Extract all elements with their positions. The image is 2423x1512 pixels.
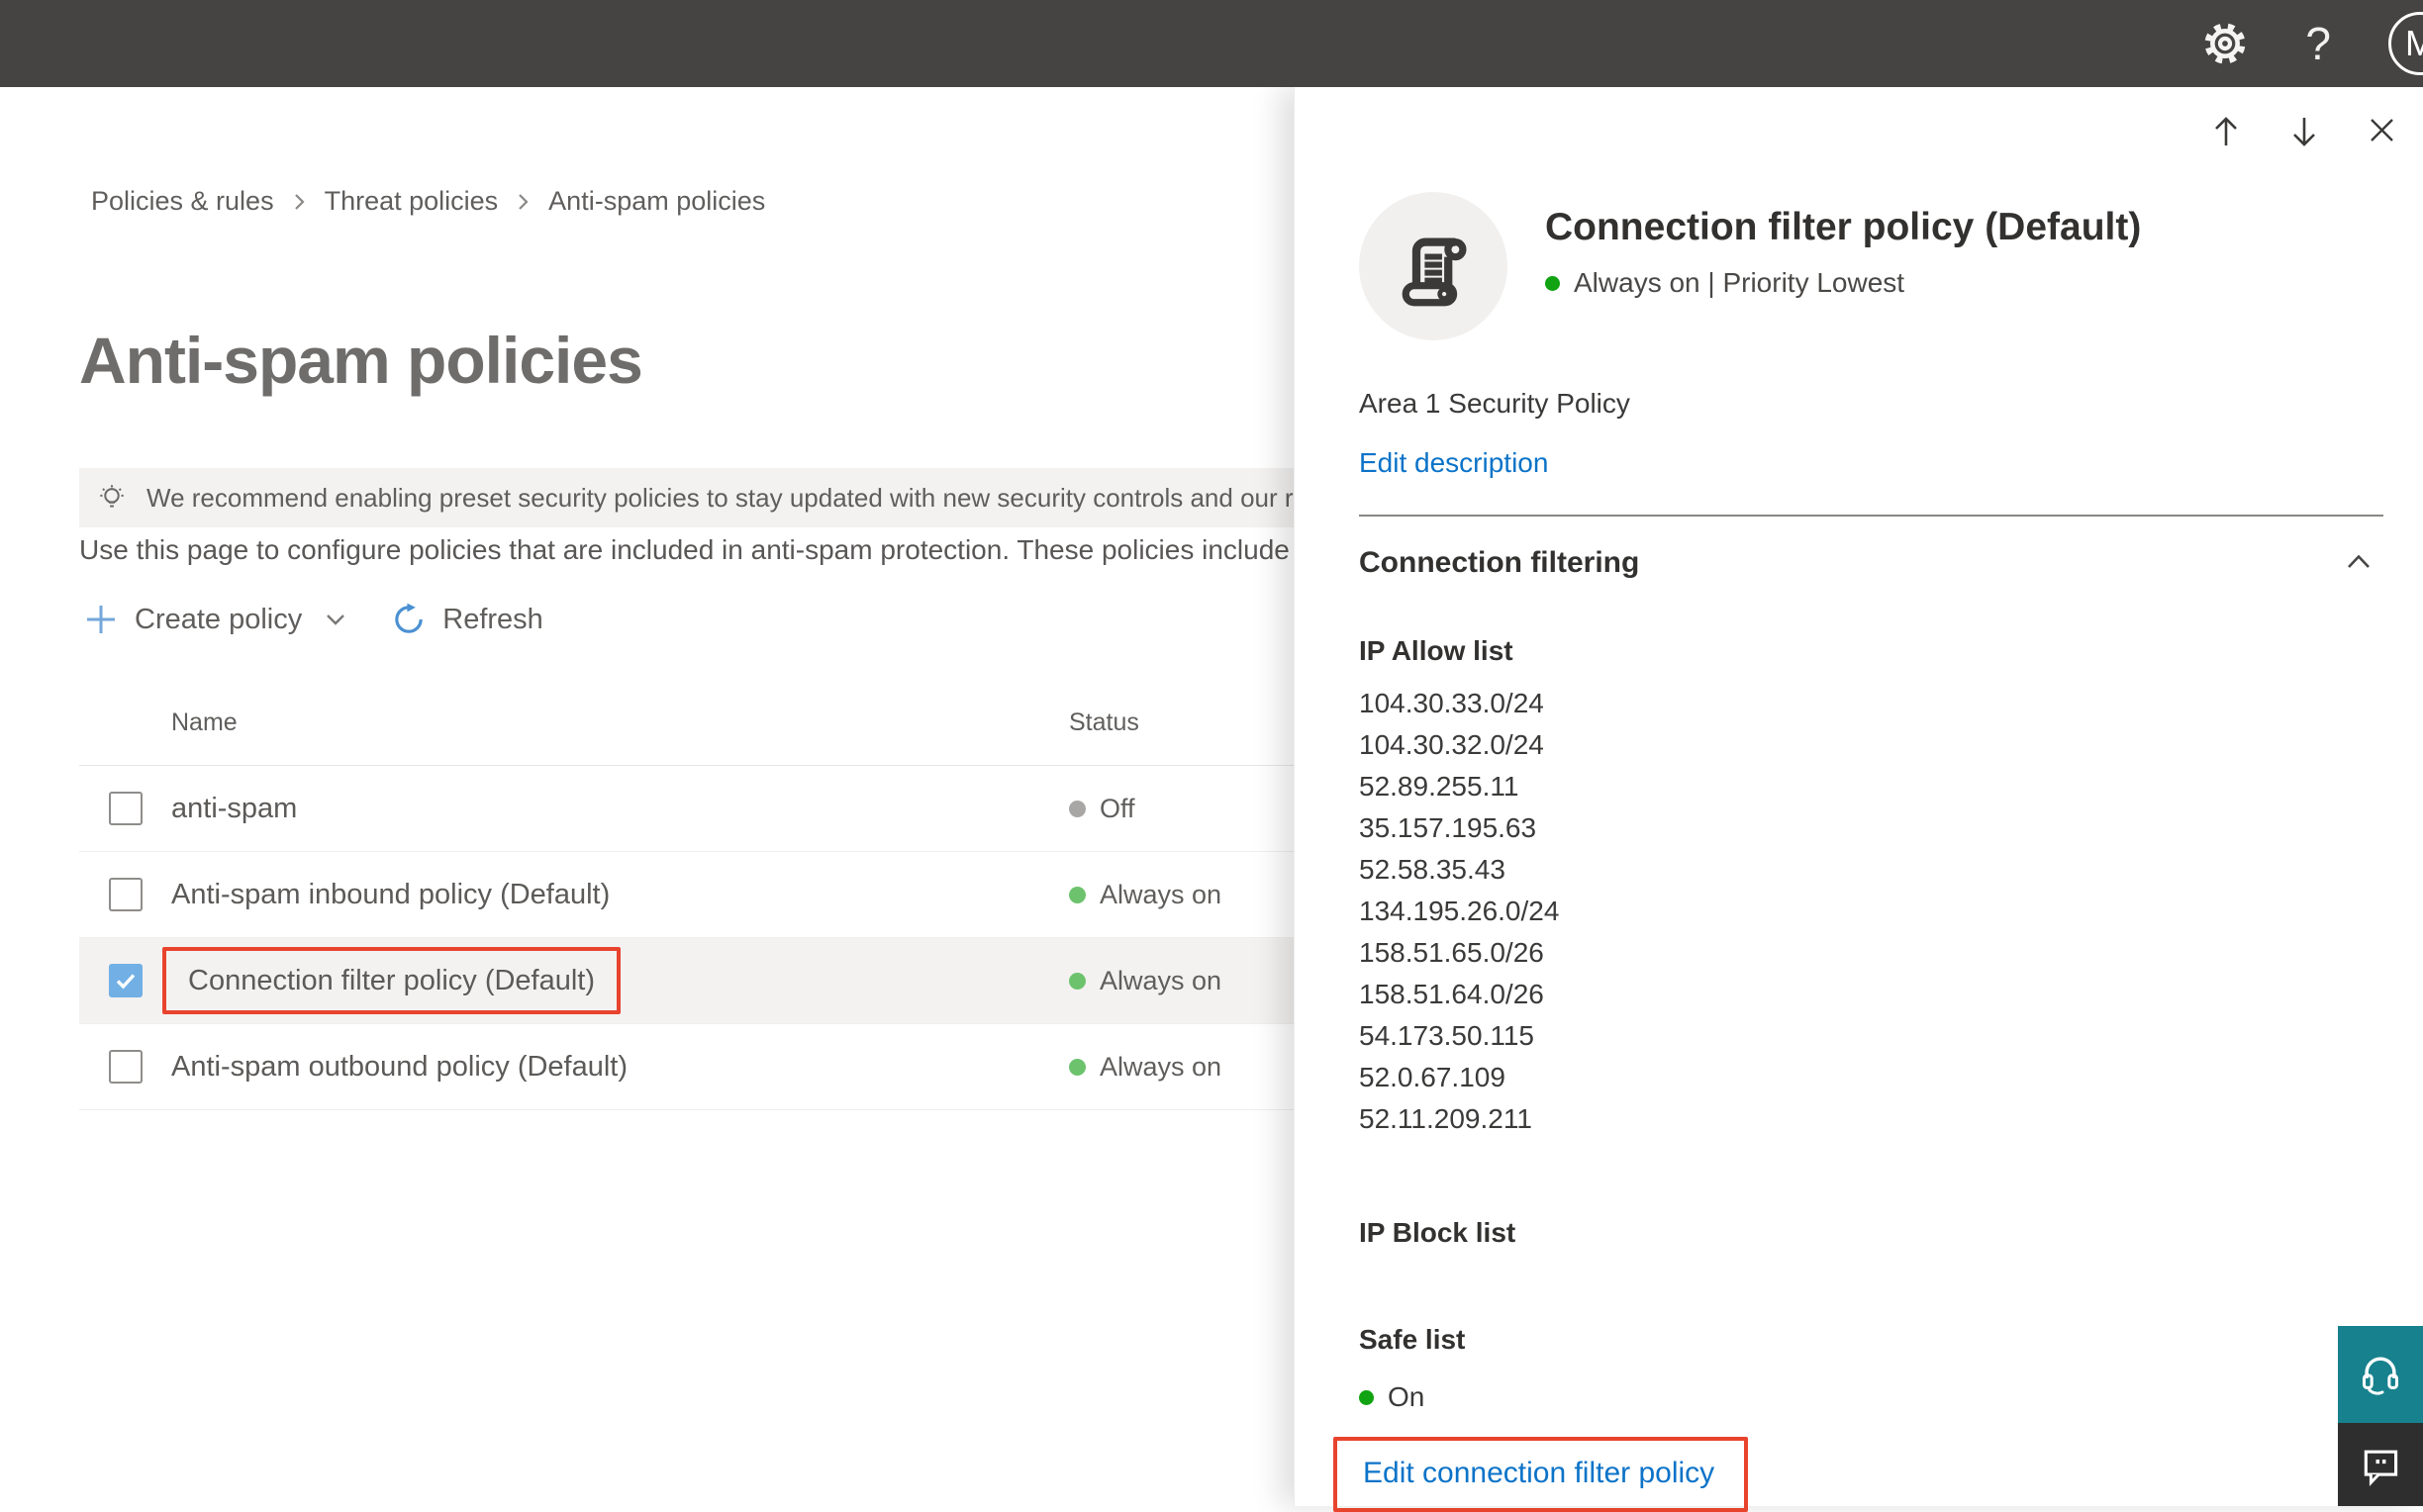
page-title: Anti-spam policies	[79, 323, 642, 398]
ip-allow-list: 104.30.33.0/24 104.30.32.0/24 52.89.255.…	[1359, 683, 2383, 1140]
policy-scroll-icon	[1359, 192, 1507, 340]
refresh-label: Refresh	[442, 604, 543, 636]
top-app-bar: ? M	[0, 0, 2423, 87]
status-dot-on	[1069, 887, 1086, 903]
ip-block-list-title: IP Block list	[1359, 1217, 2383, 1249]
toolbar: Create policy Refresh	[83, 602, 543, 637]
ip-entry: 52.0.67.109	[1359, 1057, 2383, 1098]
connection-filtering-section-header[interactable]: Connection filtering	[1359, 546, 2383, 580]
panel-body: Connection filter policy (Default) Alway…	[1359, 184, 2383, 1512]
help-icon[interactable]: ?	[2305, 21, 2331, 66]
section-title: Connection filtering	[1359, 546, 1639, 580]
status-label: Off	[1100, 794, 1135, 824]
breadcrumb-policies-rules[interactable]: Policies & rules	[91, 186, 274, 217]
status-dot-off	[1069, 801, 1086, 817]
chevron-down-icon	[322, 606, 349, 633]
ip-entry: 104.30.33.0/24	[1359, 683, 2383, 724]
support-headset-button[interactable]	[2338, 1326, 2423, 1423]
status-dot-on	[1069, 973, 1086, 990]
row-checkbox[interactable]	[109, 878, 143, 911]
plus-icon	[83, 602, 119, 637]
chevron-up-icon[interactable]	[2344, 548, 2374, 578]
status-label: Always on	[1100, 880, 1221, 910]
edit-description-link[interactable]: Edit description	[1359, 447, 1548, 478]
status-badge: Always on	[1069, 1052, 1221, 1083]
refresh-icon	[391, 602, 427, 637]
column-header-name[interactable]: Name	[171, 709, 238, 737]
policy-details-panel: Connection filter policy (Default) Alway…	[1294, 87, 2423, 1506]
row-checkbox[interactable]	[109, 1050, 143, 1084]
breadcrumb-threat-policies[interactable]: Threat policies	[325, 186, 499, 217]
safe-list-status-label: On	[1388, 1381, 1424, 1413]
previous-item-arrow-up-icon[interactable]	[2210, 115, 2242, 148]
status-dot-on	[1069, 1059, 1086, 1076]
highlight-outline: Edit connection filter policy	[1333, 1437, 1748, 1512]
page-intro-text: Use this page to configure policies that…	[79, 534, 1292, 566]
safe-list-status: On	[1359, 1381, 2383, 1413]
policy-name[interactable]: Anti-spam inbound policy (Default)	[171, 879, 610, 911]
breadcrumb: Policies & rules Threat policies Anti-sp…	[91, 186, 765, 217]
breadcrumb-separator-icon	[516, 189, 531, 215]
panel-nav	[2210, 115, 2397, 148]
status-label: Always on	[1100, 1052, 1221, 1083]
breadcrumb-anti-spam-policies[interactable]: Anti-spam policies	[548, 186, 765, 217]
status-badge: Always on	[1069, 966, 1221, 996]
status-dot-on	[1359, 1390, 1374, 1405]
feedback-chat-button[interactable]	[2338, 1423, 2423, 1506]
status-dot-on	[1545, 276, 1560, 291]
next-item-arrow-down-icon[interactable]	[2288, 115, 2320, 148]
create-policy-button[interactable]: Create policy	[83, 602, 349, 637]
ip-allow-list-title: IP Allow list	[1359, 635, 2383, 667]
close-icon[interactable]	[2367, 115, 2397, 148]
panel-header: Connection filter policy (Default) Alway…	[1359, 184, 2383, 340]
row-checkbox-checked[interactable]	[109, 964, 143, 997]
panel-status-line: Always on | Priority Lowest	[1545, 267, 2141, 299]
policy-name[interactable]: Anti-spam outbound policy (Default)	[171, 1051, 628, 1084]
ip-entry: 54.173.50.115	[1359, 1015, 2383, 1057]
panel-title: Connection filter policy (Default)	[1545, 206, 2141, 249]
ip-entry: 104.30.32.0/24	[1359, 724, 2383, 766]
create-policy-label: Create policy	[135, 604, 302, 636]
ip-entry: 52.11.209.211	[1359, 1098, 2383, 1140]
panel-status-text: Always on | Priority Lowest	[1574, 267, 1904, 299]
edit-connection-filter-policy-link[interactable]: Edit connection filter policy	[1363, 1457, 1714, 1489]
ip-entry: 52.58.35.43	[1359, 849, 2383, 891]
settings-gear-icon[interactable]	[2202, 21, 2248, 66]
policy-description: Area 1 Security Policy	[1359, 388, 2383, 420]
divider	[1359, 515, 2383, 517]
ip-entry: 134.195.26.0/24	[1359, 891, 2383, 932]
breadcrumb-separator-icon	[292, 189, 307, 215]
safe-list-title: Safe list	[1359, 1324, 2383, 1356]
status-badge: Off	[1069, 794, 1135, 824]
ip-entry: 35.157.195.63	[1359, 807, 2383, 849]
headset-icon	[2358, 1352, 2403, 1397]
lightbulb-icon	[95, 481, 129, 515]
chat-bubble-icon	[2359, 1443, 2402, 1486]
account-avatar[interactable]: M	[2388, 12, 2423, 75]
policy-name[interactable]: anti-spam	[171, 793, 297, 825]
status-badge: Always on	[1069, 880, 1221, 910]
policy-name[interactable]: Connection filter policy (Default)	[188, 965, 595, 997]
highlight-outline: Connection filter policy (Default)	[162, 947, 621, 1014]
ip-entry: 158.51.64.0/26	[1359, 974, 2383, 1015]
ip-entry: 158.51.65.0/26	[1359, 932, 2383, 974]
status-label: Always on	[1100, 966, 1221, 996]
support-buttons	[2338, 1326, 2423, 1506]
banner-text: We recommend enabling preset security po…	[146, 483, 1392, 514]
ip-entry: 52.89.255.11	[1359, 766, 2383, 807]
row-checkbox[interactable]	[109, 792, 143, 825]
column-header-status[interactable]: Status	[1069, 709, 1139, 737]
refresh-button[interactable]: Refresh	[391, 602, 543, 637]
